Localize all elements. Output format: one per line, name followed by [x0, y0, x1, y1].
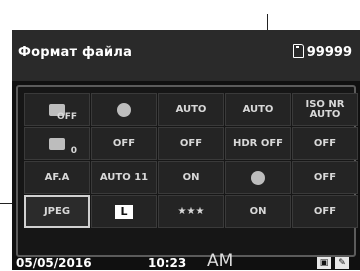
file-format-cell[interactable]: JPEG: [24, 195, 90, 228]
date: 05/05/2016: [16, 256, 92, 270]
hdr-icon[interactable]: HDR OFF: [225, 127, 291, 160]
af-point-icon[interactable]: AUTO 11: [91, 161, 157, 194]
metering-icon[interactable]: [225, 161, 291, 194]
title-bar: Формат файла 99999: [12, 30, 360, 81]
grid-value: OFF: [112, 137, 136, 149]
color-space-icon[interactable]: [91, 93, 157, 126]
electronic-level-icon[interactable]: ON: [158, 161, 224, 194]
status-bar: 05/05/2016 10:23 AM ▣ ✎: [12, 251, 360, 271]
grid-value: AUTO: [175, 103, 207, 115]
raw-jpeg-icon[interactable]: OFF: [24, 93, 90, 126]
time: 10:23: [148, 256, 187, 270]
grid-value: JPEG: [43, 205, 71, 217]
shots-remaining: 99999: [292, 44, 352, 60]
grid-value: AUTO: [242, 103, 274, 115]
shots-count: 99999: [306, 45, 352, 60]
grid-value: ON: [249, 205, 267, 217]
grid-value: ISO NR AUTO: [305, 98, 345, 120]
grid-value: OFF: [179, 137, 203, 149]
iso-nr-icon[interactable]: ISO NR AUTO: [292, 93, 358, 126]
quality-cell[interactable]: ★★★: [158, 195, 224, 228]
settings-grid: OFF AUTO AUTO ISO NR AUTO 0 OFF OFF HDR …: [16, 85, 358, 257]
grid-value: OFF: [57, 112, 77, 122]
grid-overlay-icon[interactable]: OFF: [292, 127, 358, 160]
grid-value: AUTO 11: [99, 171, 149, 183]
camera-screen: Формат файла 99999 OFF AUTO AUTO ISO NR …: [12, 30, 360, 271]
grid-value: ★★★: [177, 205, 205, 217]
sd-card-icon: [292, 44, 304, 58]
grid-value: HDR OFF: [232, 137, 283, 149]
grid-value: OFF: [313, 171, 337, 183]
grid-value: AF.A: [44, 171, 70, 183]
camera-setting-icon: ▣: [317, 257, 331, 269]
exposure-icon[interactable]: 0: [24, 127, 90, 160]
stabilizer-cell[interactable]: ON: [225, 195, 291, 228]
highlight-correction-icon[interactable]: OFF: [158, 127, 224, 160]
page-title: Формат файла: [18, 45, 133, 60]
filter-icon[interactable]: OFF: [292, 161, 358, 194]
image-size-cell[interactable]: L: [91, 195, 157, 228]
grid-value: OFF: [313, 205, 337, 217]
shake-reduction-cell[interactable]: OFF: [292, 195, 358, 228]
ampm: AM: [207, 251, 234, 271]
white-balance-icon[interactable]: AUTO: [158, 93, 224, 126]
grid-value: 0: [70, 146, 77, 156]
grid-value: OFF: [313, 137, 337, 149]
grid-value: ON: [182, 171, 200, 183]
image-style-icon[interactable]: AUTO: [225, 93, 291, 126]
grid-value: L: [115, 204, 133, 219]
af-mode-icon[interactable]: AF.A: [24, 161, 90, 194]
shadow-correction-icon[interactable]: OFF: [91, 127, 157, 160]
wrench-icon: ✎: [335, 257, 349, 269]
